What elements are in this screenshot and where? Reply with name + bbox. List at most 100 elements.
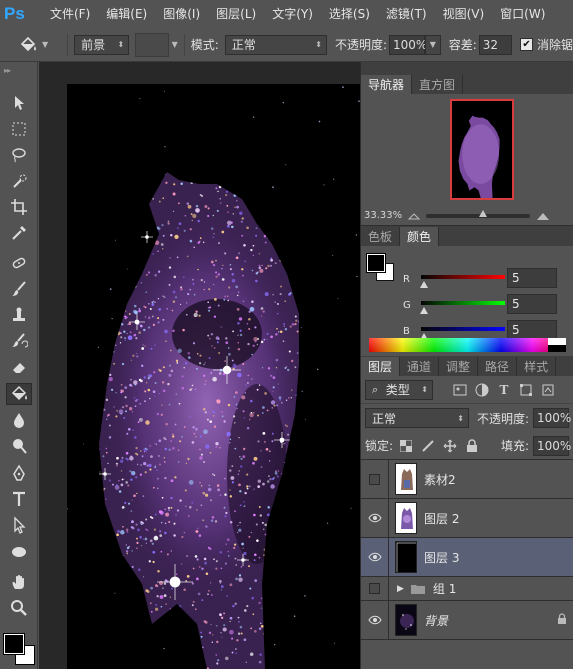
layer-visibility-toggle[interactable] bbox=[361, 498, 389, 538]
green-handle[interactable] bbox=[420, 307, 428, 314]
paint-bucket-tool[interactable] bbox=[6, 383, 32, 405]
menu-image[interactable]: 图像(I) bbox=[155, 0, 208, 28]
layer-row[interactable]: 背景 bbox=[361, 600, 573, 640]
healing-brush-icon bbox=[12, 257, 26, 269]
tab-adjustments[interactable]: 调整 bbox=[439, 357, 479, 376]
marquee-tool[interactable] bbox=[6, 118, 32, 140]
eyedropper-tool[interactable] bbox=[6, 222, 32, 244]
zoom-out-icon[interactable] bbox=[408, 212, 421, 220]
healing-brush-tool[interactable] bbox=[6, 252, 32, 274]
crop-tool[interactable] bbox=[6, 196, 32, 218]
red-slider[interactable]: R 5 bbox=[403, 268, 573, 292]
tab-swatches[interactable]: 色板 bbox=[361, 227, 401, 246]
document-canvas[interactable] bbox=[67, 84, 360, 669]
dodge-tool[interactable] bbox=[6, 435, 32, 457]
tool-preset-picker[interactable]: ▼ bbox=[18, 32, 61, 58]
brush-tool[interactable] bbox=[6, 278, 32, 300]
blur-tool[interactable] bbox=[6, 409, 32, 431]
blue-value-input[interactable]: 5 bbox=[507, 320, 557, 340]
tab-channels[interactable]: 通道 bbox=[400, 357, 440, 376]
lock-position-icon[interactable] bbox=[441, 437, 459, 455]
tab-paths[interactable]: 路径 bbox=[478, 357, 518, 376]
tab-styles[interactable]: 样式 bbox=[517, 357, 557, 376]
black-white-ramp[interactable] bbox=[548, 338, 566, 352]
type-icon bbox=[13, 491, 25, 506]
eraser-tool[interactable] bbox=[6, 356, 32, 378]
menu-edit[interactable]: 编辑(E) bbox=[98, 0, 155, 28]
green-value-input[interactable]: 5 bbox=[507, 294, 557, 314]
menu-select[interactable]: 选择(S) bbox=[321, 0, 378, 28]
layer-visibility-toggle[interactable] bbox=[361, 537, 389, 577]
opacity-dropdown[interactable]: ▼ bbox=[424, 34, 441, 55]
filter-type-icon[interactable]: T bbox=[495, 381, 513, 399]
expand-triangle-icon[interactable]: ▶ bbox=[397, 584, 404, 594]
mode-label: 模式: bbox=[190, 38, 219, 52]
menu-window[interactable]: 窗口(W) bbox=[492, 0, 553, 28]
zoom-slider-handle[interactable] bbox=[479, 209, 488, 217]
menu-file[interactable]: 文件(F) bbox=[42, 0, 98, 28]
green-slider[interactable]: G 5 bbox=[403, 294, 573, 318]
type-tool[interactable] bbox=[6, 488, 32, 510]
menu-layer[interactable]: 图层(L) bbox=[208, 0, 264, 28]
history-brush-tool[interactable] bbox=[6, 330, 32, 352]
red-track[interactable] bbox=[421, 275, 505, 279]
color-spectrum[interactable] bbox=[369, 338, 566, 352]
tab-histogram[interactable]: 直方图 bbox=[412, 75, 464, 94]
layer-visibility-toggle[interactable] bbox=[361, 600, 389, 640]
red-value-input[interactable]: 5 bbox=[507, 268, 557, 288]
lasso-tool[interactable] bbox=[6, 144, 32, 166]
filter-adjustment-icon[interactable] bbox=[473, 381, 491, 399]
zoom-in-icon[interactable] bbox=[536, 211, 550, 221]
move-tool[interactable] bbox=[6, 92, 32, 114]
opacity-input[interactable]: 100% bbox=[388, 34, 427, 55]
blend-mode-select[interactable]: 正常 ⬍ bbox=[365, 408, 469, 428]
chevron-down-icon[interactable]: ▼ bbox=[172, 40, 178, 49]
mode-select[interactable]: 正常 ⬍ bbox=[224, 34, 327, 55]
pen-tool[interactable] bbox=[6, 462, 32, 484]
navigator-preview[interactable] bbox=[450, 99, 514, 200]
layer-group-row[interactable]: ▶ 组 1 bbox=[361, 576, 573, 601]
hand-tool[interactable] bbox=[6, 571, 32, 593]
foreground-color-swatch[interactable] bbox=[3, 633, 25, 655]
lock-label: 锁定: bbox=[365, 439, 394, 453]
foreground-color-swatch[interactable] bbox=[366, 253, 386, 273]
navigator-panel bbox=[361, 94, 573, 206]
layer-filter-select[interactable]: ⌕ 类型 ⬍ bbox=[365, 379, 433, 400]
layer-visibility-toggle[interactable] bbox=[361, 459, 389, 499]
quick-select-tool[interactable] bbox=[6, 170, 32, 192]
path-select-tool[interactable] bbox=[6, 514, 32, 536]
ellipse-tool[interactable] bbox=[6, 541, 32, 563]
fill-source-select[interactable]: 前景 ⬍ bbox=[74, 34, 130, 55]
red-handle[interactable] bbox=[420, 281, 428, 288]
blue-track[interactable] bbox=[421, 327, 505, 331]
opacity-label: 不透明度: bbox=[334, 38, 387, 52]
zoom-slider[interactable] bbox=[426, 209, 531, 218]
zoom-tool[interactable] bbox=[6, 597, 32, 619]
filter-pixel-icon[interactable] bbox=[451, 381, 469, 399]
menu-filter[interactable]: 滤镜(T) bbox=[378, 0, 435, 28]
layer-visibility-toggle[interactable] bbox=[361, 576, 389, 601]
fill-input[interactable]: 100% bbox=[533, 435, 571, 456]
green-track[interactable] bbox=[421, 301, 505, 305]
tab-layers[interactable]: 图层 bbox=[361, 357, 401, 376]
lock-pixels-icon[interactable] bbox=[419, 437, 437, 455]
layer-row[interactable]: 图层 2 bbox=[361, 498, 573, 538]
menu-type[interactable]: 文字(Y) bbox=[264, 0, 321, 28]
tab-navigator[interactable]: 导航器 bbox=[361, 75, 413, 94]
tolerance-input[interactable]: 32 bbox=[478, 34, 513, 55]
lock-all-icon[interactable] bbox=[463, 437, 481, 455]
layer-row[interactable]: 图层 3 bbox=[361, 537, 573, 577]
lock-transparent-icon[interactable] bbox=[397, 437, 415, 455]
filter-smart-object-icon[interactable] bbox=[539, 381, 557, 399]
filter-shape-icon[interactable] bbox=[517, 381, 535, 399]
antialias-checkbox[interactable]: ✔ bbox=[520, 38, 534, 51]
zoom-level[interactable]: 33.33% bbox=[364, 210, 402, 221]
clone-stamp-tool[interactable] bbox=[6, 304, 32, 326]
tab-color[interactable]: 颜色 bbox=[400, 227, 440, 246]
layer-row[interactable]: 素材2 bbox=[361, 459, 573, 499]
pattern-picker[interactable] bbox=[135, 32, 169, 57]
menu-view[interactable]: 视图(V) bbox=[435, 0, 493, 28]
dock-grip[interactable] bbox=[361, 62, 573, 74]
layer-opacity-input[interactable]: 100% bbox=[533, 408, 571, 428]
toolbox-grip[interactable]: ▸▸ bbox=[0, 62, 37, 86]
